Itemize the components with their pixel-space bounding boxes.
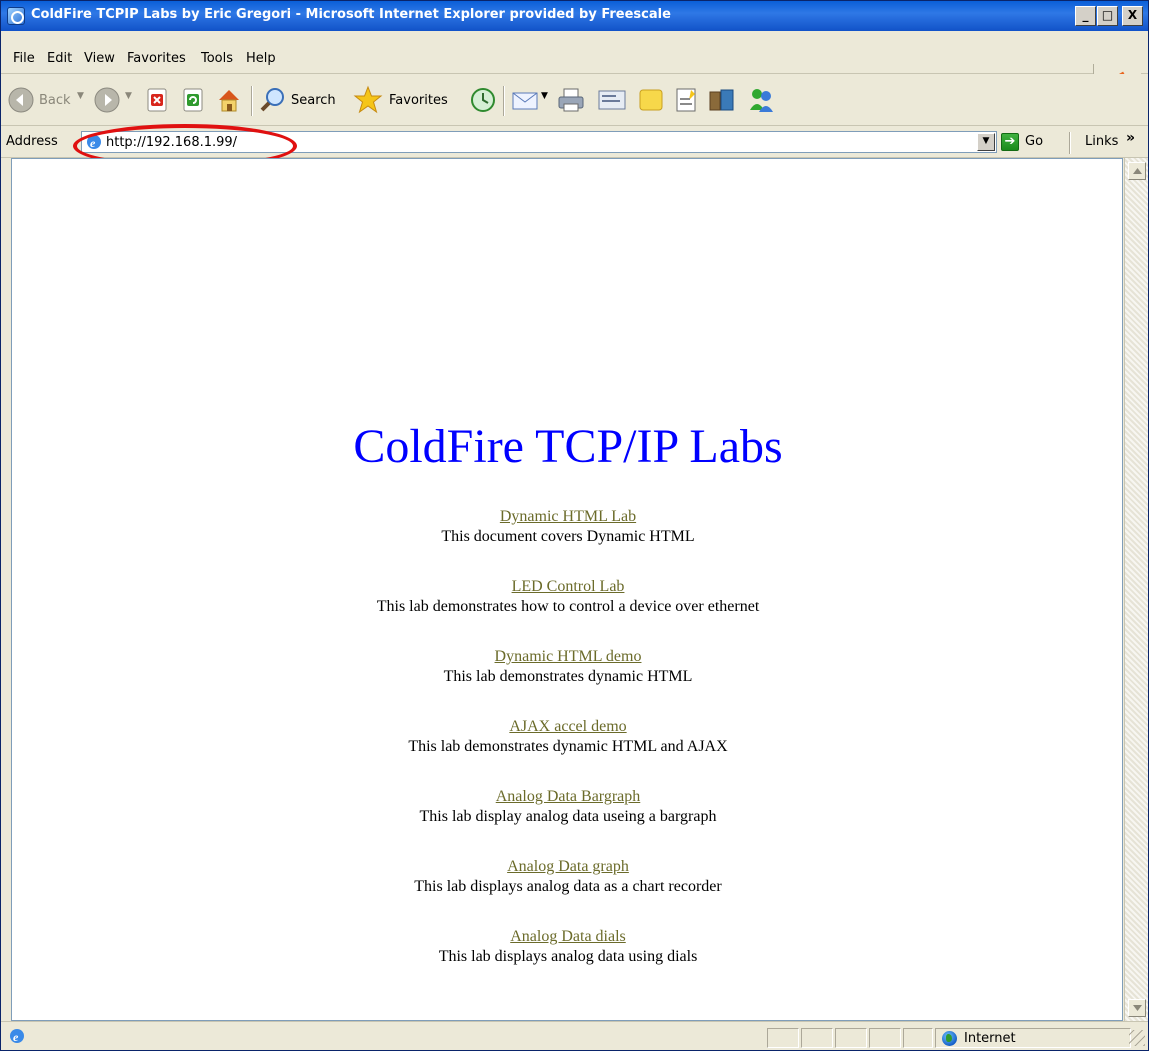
lab-link-analog-data-bargraph[interactable]: Analog Data Bargraph	[496, 788, 641, 805]
address-input[interactable]	[106, 133, 966, 151]
go-button[interactable]: ➔ Go	[1001, 132, 1063, 153]
lab-description: This lab demonstrates dynamic HTML	[443, 668, 693, 685]
lab-description: This lab demonstrates how to control a d…	[376, 598, 760, 615]
menu-favorites[interactable]: Favorites	[127, 51, 186, 66]
svg-text:e: e	[90, 136, 96, 150]
discuss-icon[interactable]	[637, 87, 665, 113]
forward-arrow-icon[interactable]	[93, 86, 121, 114]
messenger-icon[interactable]	[746, 86, 776, 114]
lab-item: Analog Data dials This lab displays anal…	[12, 927, 1122, 967]
lab-description: This lab displays analog data using dial…	[438, 948, 698, 965]
ie-icon: e	[9, 1028, 25, 1044]
lab-link-led-control-lab[interactable]: LED Control Lab	[512, 578, 625, 595]
menu-view[interactable]: View	[84, 51, 115, 66]
lab-link-ajax-accel-demo[interactable]: AJAX accel demo	[509, 718, 626, 735]
standard-toolbar: Back ▼ ▼ Search Favorites ▼	[1, 74, 1148, 126]
menu-edit[interactable]: Edit	[47, 51, 72, 66]
status-bar: e Internet	[1, 1021, 1148, 1050]
favorites-star-icon[interactable]	[353, 85, 383, 115]
mail-dropdown-icon[interactable]: ▼	[541, 91, 548, 101]
window-title: ColdFire TCPIP Labs by Eric Gregori - Mi…	[31, 7, 671, 22]
chevron-up-icon	[1133, 168, 1142, 174]
security-zone-pane[interactable]: Internet	[935, 1028, 1131, 1048]
chevron-down-icon	[1133, 1005, 1142, 1011]
lab-description: This lab display analog data useing a ba…	[419, 808, 717, 825]
links-button[interactable]: Links	[1085, 134, 1118, 149]
maximize-button[interactable]: □	[1097, 6, 1118, 26]
browser-window: ColdFire TCPIP Labs by Eric Gregori - Mi…	[0, 0, 1149, 1051]
minimize-button[interactable]: _	[1075, 6, 1096, 26]
svg-text:e: e	[13, 1030, 19, 1044]
status-pane	[801, 1028, 833, 1048]
lab-description: This lab demonstrates dynamic HTML and A…	[408, 738, 728, 755]
menu-help[interactable]: Help	[246, 51, 276, 66]
forward-dropdown-icon[interactable]: ▼	[125, 91, 132, 101]
scroll-down-button[interactable]	[1128, 999, 1146, 1017]
address-label: Address	[6, 134, 58, 149]
lab-link-dynamic-html-demo[interactable]: Dynamic HTML demo	[495, 648, 642, 665]
go-label[interactable]: Go	[1025, 134, 1043, 149]
toolbar-separator	[251, 86, 253, 116]
history-icon[interactable]	[470, 87, 496, 113]
home-icon[interactable]	[215, 86, 243, 114]
lab-description: This document covers Dynamic HTML	[441, 528, 695, 545]
close-button[interactable]: X	[1122, 6, 1143, 26]
ie-icon[interactable]	[7, 7, 25, 25]
status-pane	[903, 1028, 933, 1048]
go-arrow-icon[interactable]: ➔	[1001, 133, 1019, 151]
lab-item: LED Control Lab This lab demonstrates ho…	[12, 577, 1122, 617]
lab-item: AJAX accel demo This lab demonstrates dy…	[12, 717, 1122, 757]
back-dropdown-icon[interactable]: ▼	[77, 91, 84, 101]
title-bar[interactable]: ColdFire TCPIP Labs by Eric Gregori - Mi…	[1, 1, 1148, 31]
address-bar: Address e ▼ ➔ Go Links »	[1, 126, 1148, 158]
lab-link-dynamic-html-lab[interactable]: Dynamic HTML Lab	[500, 508, 636, 525]
lab-link-analog-data-graph[interactable]: Analog Data graph	[507, 858, 629, 875]
links-chevron-icon[interactable]: »	[1126, 130, 1135, 146]
page-content: ColdFire TCP/IP Labs Dynamic HTML Lab Th…	[11, 158, 1123, 1021]
internet-globe-icon	[942, 1031, 957, 1046]
status-pane	[767, 1028, 799, 1048]
back-arrow-icon[interactable]	[7, 86, 35, 114]
lab-item: Analog Data Bargraph This lab display an…	[12, 787, 1122, 827]
zone-label: Internet	[964, 1031, 1016, 1046]
menu-file[interactable]: File	[13, 51, 35, 66]
print-icon[interactable]	[557, 87, 585, 113]
status-pane	[869, 1028, 901, 1048]
address-field[interactable]: e ▼	[81, 131, 997, 153]
ie-icon: e	[86, 134, 102, 150]
menu-tools[interactable]: Tools	[201, 51, 233, 66]
favorites-button-label[interactable]: Favorites	[389, 93, 448, 108]
resize-grip[interactable]	[1129, 1030, 1145, 1046]
status-pane	[835, 1028, 867, 1048]
search-icon[interactable]	[259, 86, 287, 114]
vertical-scrollbar[interactable]	[1124, 158, 1148, 1021]
media-icon[interactable]	[707, 86, 737, 114]
research-icon[interactable]	[673, 86, 701, 114]
links-separator	[1069, 132, 1071, 154]
refresh-icon[interactable]	[182, 88, 206, 112]
scroll-up-button[interactable]	[1128, 162, 1146, 180]
lab-item: Analog Data graph This lab displays anal…	[12, 857, 1122, 897]
lab-link-analog-data-dials[interactable]: Analog Data dials	[510, 928, 626, 945]
address-dropdown-icon[interactable]: ▼	[977, 133, 995, 151]
lab-description: This lab displays analog data as a chart…	[414, 878, 722, 895]
page-title: ColdFire TCP/IP Labs	[353, 420, 783, 473]
lab-item: Dynamic HTML demo This lab demonstrates …	[12, 647, 1122, 687]
edit-icon[interactable]	[597, 87, 627, 113]
toolbar-separator	[503, 86, 505, 116]
stop-icon[interactable]	[146, 88, 170, 112]
mail-icon[interactable]	[511, 88, 541, 112]
lab-item: Dynamic HTML Lab This document covers Dy…	[12, 507, 1122, 547]
menu-bar: File Edit View Favorites Tools Help	[1, 31, 1148, 102]
search-button-label[interactable]: Search	[291, 93, 336, 108]
back-button-label[interactable]: Back	[39, 93, 71, 108]
